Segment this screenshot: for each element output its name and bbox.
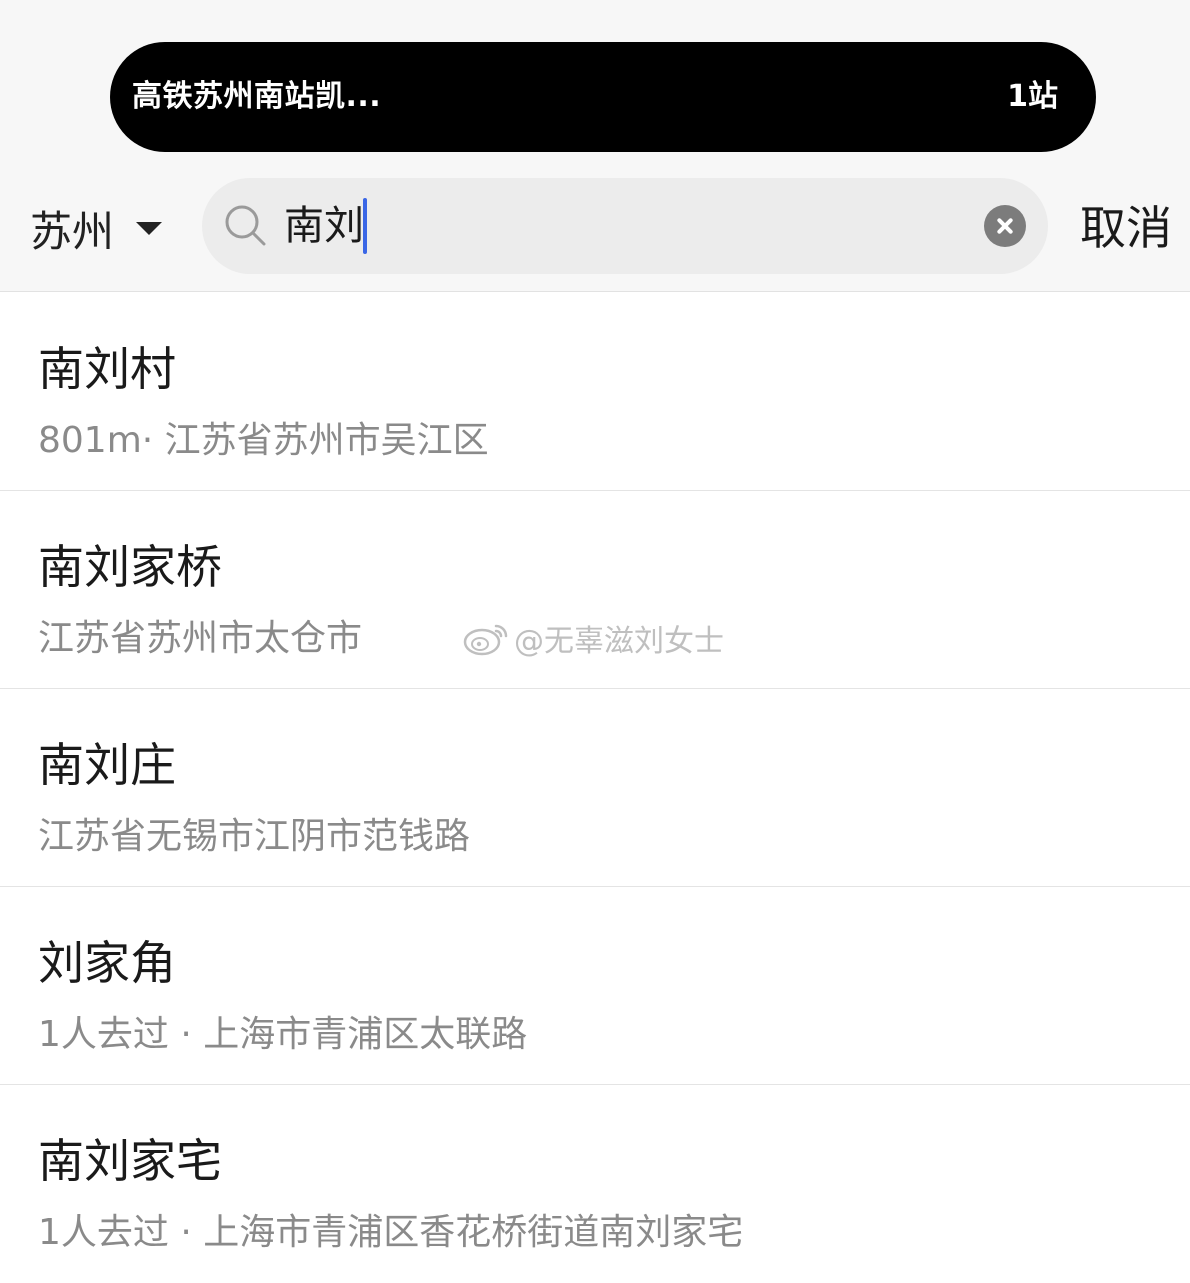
result-item[interactable]: 南刘庄 江苏省无锡市江阴市范钱路: [0, 689, 1190, 887]
result-subtitle: 1人去过 · 上海市青浦区香花桥街道南刘家宅: [38, 1212, 744, 1253]
result-title: 刘家角: [38, 936, 176, 990]
result-item[interactable]: 南刘家桥 江苏省苏州市太仓市: [0, 491, 1190, 689]
result-title: 南刘庄: [38, 738, 176, 792]
search-input[interactable]: 南刘: [284, 200, 364, 252]
result-item[interactable]: 刘家角 1人去过 · 上海市青浦区太联路: [0, 887, 1190, 1085]
result-subtitle: 江苏省苏州市太仓市: [38, 618, 363, 659]
top-bar: 高铁苏州南站凯... 1站 苏州 南刘 取消: [0, 0, 1190, 292]
result-subtitle: 801m· 江苏省苏州市吴江区: [38, 420, 489, 461]
result-item[interactable]: 南刘家宅 1人去过 · 上海市青浦区香花桥街道南刘家宅: [0, 1085, 1190, 1283]
result-title: 南刘家宅: [38, 1134, 222, 1188]
result-item[interactable]: 南刘村 801m· 江苏省苏州市吴江区: [0, 293, 1190, 491]
caret-down-icon: [136, 221, 163, 235]
search-icon: [225, 205, 266, 246]
city-selector[interactable]: 苏州: [30, 186, 180, 270]
city-label: 苏州: [30, 206, 115, 256]
dynamic-island[interactable]: 高铁苏州南站凯... 1站: [110, 42, 1096, 152]
cancel-button[interactable]: 取消: [1080, 186, 1172, 270]
text-cursor: [363, 198, 367, 254]
clear-icon[interactable]: [984, 205, 1026, 247]
result-title: 南刘村: [38, 342, 176, 396]
island-title: 高铁苏州南站凯...: [132, 79, 382, 114]
search-field[interactable]: 南刘: [202, 178, 1048, 274]
result-subtitle: 1人去过 · 上海市青浦区太联路: [38, 1014, 528, 1055]
results-list: 南刘村 801m· 江苏省苏州市吴江区 南刘家桥 江苏省苏州市太仓市 南刘庄 江…: [0, 293, 1190, 1283]
island-station-count: 1站: [1007, 79, 1058, 114]
result-title: 南刘家桥: [38, 540, 222, 594]
result-subtitle: 江苏省无锡市江阴市范钱路: [38, 816, 471, 857]
